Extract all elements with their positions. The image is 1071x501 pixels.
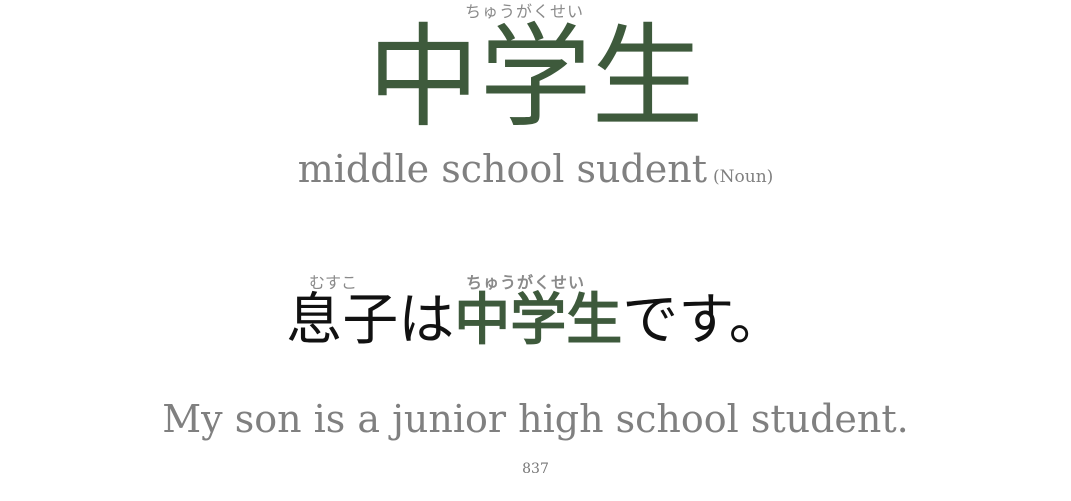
sentence-translation: My son is a junior high school student. (162, 397, 909, 441)
sentence-highlight: 中学生 (454, 288, 623, 353)
word-meaning: middle school sudent (297, 147, 708, 191)
sentence-suffix: です。 (622, 288, 785, 353)
vocab-word: 中学生 (367, 13, 704, 143)
example-sentence: 息子は中学生です。 (0, 293, 1071, 349)
sentence-prefix: 息子は (286, 288, 455, 353)
part-of-speech: (Noun) (713, 167, 774, 187)
card-number: 837 (522, 461, 549, 477)
meaning-line: middle school sudent (Noun) (0, 150, 1071, 188)
